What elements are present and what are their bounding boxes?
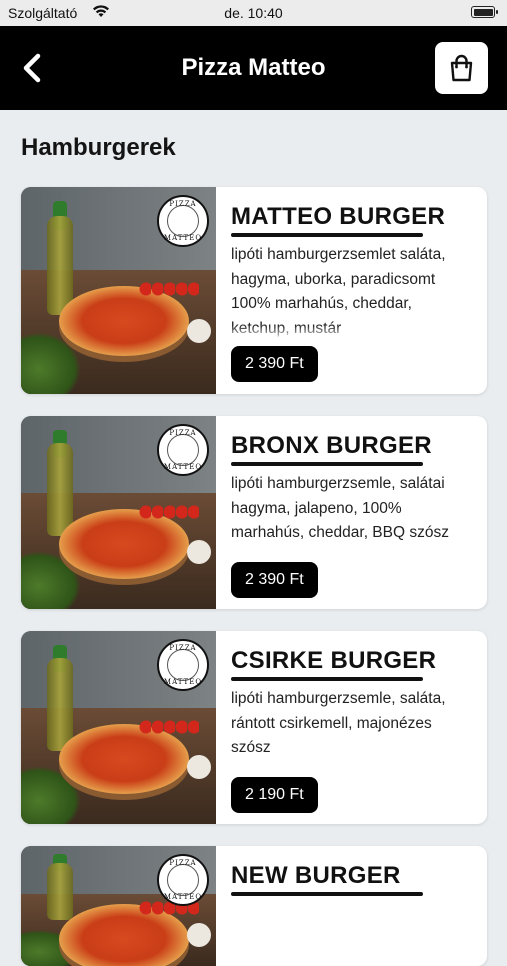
pizza-matteo-logo: PIZZA MATTEO (157, 195, 209, 247)
price-button[interactable]: 2 190 Ft (231, 777, 318, 813)
product-name: MATTEO BURGER (231, 203, 446, 230)
product-description: lipóti hamburgerzsemlet saláta, hagyma, … (231, 243, 471, 341)
pizza-matteo-logo: PIZZA MATTEO (157, 424, 209, 476)
price-button[interactable]: 2 390 Ft (231, 562, 318, 598)
clock: de. 10:40 (224, 5, 283, 21)
product-name: BRONX BURGER (231, 432, 432, 459)
product-image: PIZZA MATTEO (21, 187, 216, 394)
title-underline (231, 462, 423, 466)
title-underline (231, 892, 423, 896)
product-description: lipóti hamburgerzsemle, salátai hagyma, … (231, 475, 449, 541)
product-card[interactable]: PIZZA MATTEO BRONX BURGER lipóti hamburg… (21, 416, 487, 609)
title-underline (231, 677, 423, 681)
product-name: CSIRKE BURGER (231, 647, 437, 674)
section-title: Hamburgerek (21, 134, 176, 161)
nav-bar: Pizza Matteo (0, 26, 507, 110)
product-name: NEW BURGER (231, 862, 401, 889)
price-button[interactable]: 2 390 Ft (231, 346, 318, 382)
page-title: Pizza Matteo (181, 54, 326, 81)
product-card[interactable]: PIZZA MATTEO MATTEO BURGER lipóti hambur… (21, 187, 487, 394)
title-underline (231, 233, 423, 237)
status-bar: Szolgáltató de. 10:40 (0, 0, 507, 26)
product-image: PIZZA MATTEO (21, 631, 216, 824)
pizza-matteo-logo: PIZZA MATTEO (157, 639, 209, 691)
product-card[interactable]: PIZZA MATTEO NEW BURGER (21, 846, 487, 966)
shopping-bag-icon (450, 54, 473, 82)
product-card[interactable]: PIZZA MATTEO CSIRKE BURGER lipóti hambur… (21, 631, 487, 824)
product-description: lipóti hamburgerzsemle, saláta, rántott … (231, 690, 446, 756)
product-image: PIZZA MATTEO (21, 416, 216, 609)
product-image: PIZZA MATTEO (21, 846, 216, 966)
pizza-matteo-logo: PIZZA MATTEO (157, 854, 209, 906)
battery-icon (471, 6, 498, 18)
cart-button[interactable] (435, 42, 488, 94)
